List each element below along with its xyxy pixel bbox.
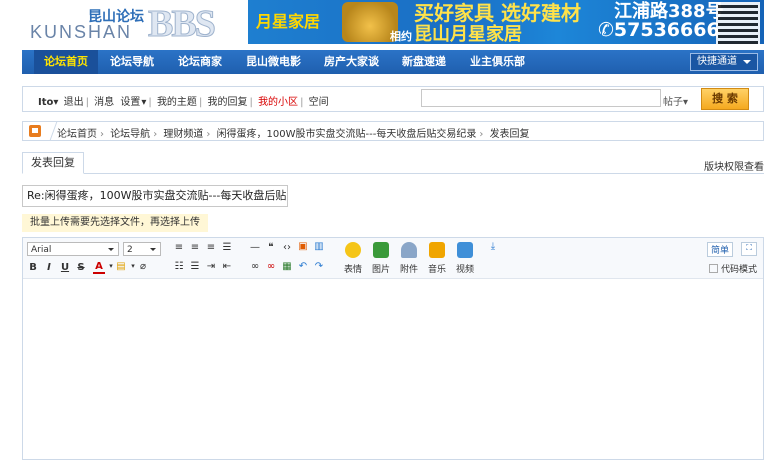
nav-item-guide[interactable]: 论坛导航 (110, 50, 154, 74)
nav-item-merchants[interactable]: 论坛商家 (178, 50, 222, 74)
indent-icon[interactable]: ⇥ (205, 261, 217, 272)
quote-icon[interactable]: ❝ (265, 242, 277, 253)
align-justify-icon[interactable]: ☰ (221, 242, 233, 253)
logo-english: KUNSHAN (30, 22, 133, 42)
messages-link[interactable]: 消息 (94, 97, 114, 108)
nav-item-micro-film[interactable]: 昆山微电影 (246, 50, 301, 74)
nav-item-home[interactable]: 论坛首页 (34, 50, 98, 74)
user-toolbar: Ito▾ 退出 | 消息 设置▾ | 我的主题 | 我的回复 | 我的小区 | 空间 帖子… (22, 86, 764, 112)
simple-mode-button[interactable]: 简单 (706, 242, 733, 257)
banner-brand: 月星家居 (256, 12, 321, 31)
crumb-thread[interactable]: 闲得蛋疼，100W股市实盘交流贴---每天收盘后贴交易纪录 (217, 129, 477, 140)
crumb-finance[interactable]: 理财频道 (163, 129, 203, 140)
underline-icon[interactable]: U (59, 262, 71, 273)
free-text-icon[interactable]: ▣ (297, 241, 309, 252)
my-community-link[interactable]: 我的小区 (258, 97, 298, 108)
search-type-select[interactable]: 帖子▾ (663, 93, 688, 108)
unlink-icon[interactable]: ∞ (265, 261, 277, 272)
font-color-icon[interactable]: A (93, 261, 105, 274)
banner-slogan-bottom: 相约 昆山月星家居 (390, 24, 522, 44)
highlight-icon[interactable]: ▤ (115, 261, 127, 272)
main-nav: 论坛首页 论坛导航 论坛商家 昆山微电影 房产大家谈 新盘速递 业主俱乐部 快捷… (22, 50, 764, 74)
ordered-list-icon[interactable]: ☷ (173, 261, 185, 272)
download-icon[interactable]: ⤓ (487, 241, 499, 252)
my-replies-link[interactable]: 我的回复 (208, 97, 248, 108)
table-icon[interactable]: ▦ (281, 261, 293, 272)
strikethrough-icon[interactable]: S (75, 262, 87, 273)
emoji-icon[interactable] (345, 242, 361, 258)
link-icon[interactable]: ∞ (249, 261, 261, 272)
code-icon[interactable]: ‹› (281, 242, 293, 253)
expand-icon[interactable]: ⛶ (741, 242, 757, 256)
align-right-icon[interactable]: ≡ (205, 242, 217, 253)
video-label[interactable]: 视频 (454, 262, 476, 275)
undo-icon[interactable]: ↶ (297, 261, 309, 272)
settings-link[interactable]: 设置▾ (119, 97, 146, 108)
code-mode-checkbox[interactable]: 代码模式 (708, 262, 757, 275)
align-left-icon[interactable]: ≡ (173, 242, 185, 253)
outdent-icon[interactable]: ⇤ (221, 261, 233, 272)
search-input[interactable] (421, 89, 661, 107)
checkbox-icon[interactable] (708, 264, 718, 273)
image-label[interactable]: 图片 (370, 262, 392, 275)
paperclip-icon[interactable] (401, 242, 417, 258)
my-threads-link[interactable]: 我的主题 (157, 97, 197, 108)
breadcrumb-divider (41, 122, 58, 140)
search-button[interactable]: 搜 索 (701, 88, 749, 110)
site-logo[interactable]: 昆山论坛 KUNSHAN BBS (30, 3, 240, 45)
hide-content-icon[interactable]: ▥ (313, 241, 325, 252)
post-tab-row: 发表回复 版块权限查看 (22, 152, 764, 174)
video-icon[interactable] (457, 242, 473, 258)
banner-phone: ✆57536666 (598, 19, 720, 41)
unordered-list-icon[interactable]: ☰ (189, 261, 201, 272)
space-link[interactable]: 空间 (309, 97, 329, 108)
italic-icon[interactable]: I (43, 262, 55, 273)
username-link[interactable]: Ito▾ (38, 97, 58, 108)
align-center-icon[interactable]: ≡ (189, 242, 201, 253)
upload-note: 批量上传需要先选择文件，再选择上传 (22, 214, 208, 232)
eraser-icon[interactable]: ⌀ (137, 261, 149, 272)
tab-reply[interactable]: 发表回复 (22, 152, 84, 174)
editor-toolbar: Arial 2 B I U S A ▾ ▤ ▾ ⌀ ≡ ≡ ≡ ☰ ☷ ☰ ⇥ … (23, 238, 763, 279)
crumb-home[interactable]: 论坛首页 (57, 129, 97, 140)
logo-bbs: BBS (148, 3, 217, 45)
user-links: Ito▾ 退出 | 消息 设置▾ | 我的主题 | 我的回复 | 我的小区 | 空间 (38, 97, 329, 108)
crumb-guide[interactable]: 论坛导航 (110, 129, 150, 140)
quick-link-dropdown[interactable]: 快捷通道 (690, 53, 758, 71)
font-size-select[interactable]: 2 (123, 242, 161, 256)
redo-icon[interactable]: ↷ (313, 261, 325, 272)
home-icon[interactable] (29, 125, 41, 137)
bold-icon[interactable]: B (27, 262, 39, 273)
music-label[interactable]: 音乐 (426, 262, 448, 275)
emoji-label[interactable]: 表情 (342, 262, 364, 275)
qr-code-image (716, 2, 760, 44)
logout-link[interactable]: 退出 (64, 97, 84, 108)
attachment-label[interactable]: 附件 (398, 262, 420, 275)
image-icon[interactable] (373, 242, 389, 258)
post-editor[interactable]: Arial 2 B I U S A ▾ ▤ ▾ ⌀ ≡ ≡ ≡ ☰ ☷ ☰ ⇥ … (22, 237, 764, 460)
horizontal-rule-icon[interactable]: — (249, 242, 261, 253)
music-icon[interactable] (429, 242, 445, 258)
breadcrumb: 论坛首页 › 论坛导航 › 理财频道 › 闲得蛋疼，100W股市实盘交流贴---每天收… (22, 121, 764, 141)
permission-link[interactable]: 版块权限查看 (704, 158, 764, 173)
nav-item-owners-club[interactable]: 业主俱乐部 (470, 50, 525, 74)
font-family-select[interactable]: Arial (27, 242, 119, 256)
subject-input[interactable]: Re:闲得蛋疼，100W股市实盘交流贴---每天收盘后贴交 (22, 185, 288, 207)
crumb-current: 发表回复 (489, 129, 530, 140)
ad-banner[interactable]: 月星家居 买好家具 选好建材 相约 昆山月星家居 江浦路388号 ✆5753666… (248, 0, 764, 44)
nav-item-realestate[interactable]: 房产大家谈 (324, 50, 379, 74)
nav-item-new-listings[interactable]: 新盘速递 (402, 50, 446, 74)
